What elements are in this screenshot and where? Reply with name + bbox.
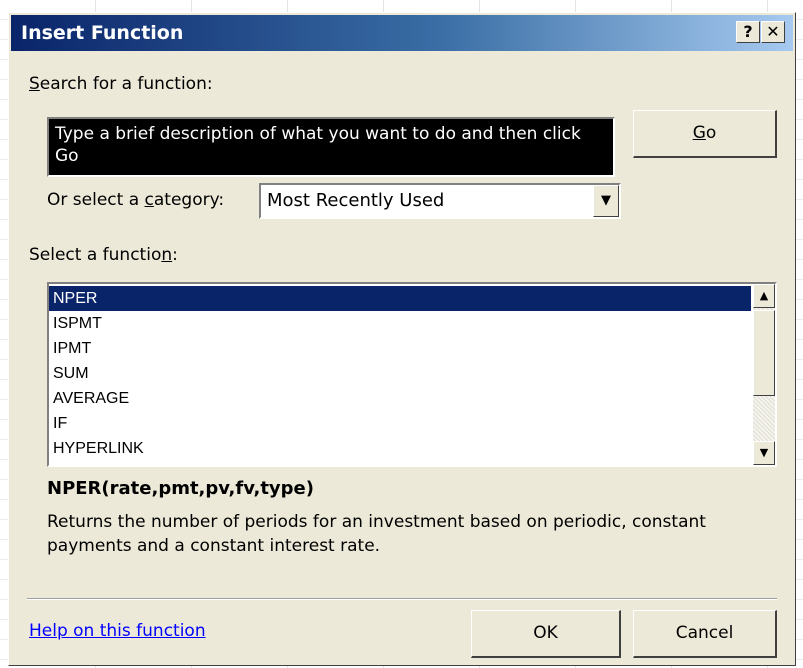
help-icon[interactable]: ? (736, 21, 760, 43)
list-item-hyperlink[interactable]: HYPERLINK (49, 436, 751, 461)
list-scrollbar[interactable]: ▲ ▼ (753, 284, 775, 465)
scroll-down-icon[interactable]: ▼ (753, 441, 775, 465)
list-item-ipmt[interactable]: IPMT (49, 336, 751, 361)
search-label-text-rest: earch for a function: (39, 74, 213, 94)
list-item-ispmt[interactable]: ISPMT (49, 311, 751, 336)
category-label-accel: c (144, 190, 154, 210)
function-description: Returns the number of periods for an inv… (47, 512, 706, 556)
scroll-up-icon[interactable]: ▲ (753, 284, 775, 308)
list-item-sum[interactable]: SUM (49, 361, 751, 386)
search-input[interactable]: Type a brief description of what you wan… (47, 117, 615, 177)
close-icon[interactable]: ✕ (761, 21, 785, 43)
help-on-function-link[interactable]: Help on this function (29, 621, 206, 641)
divider (27, 598, 777, 600)
function-signature: NPER(rate,pmt,pv,fv,type) (47, 478, 314, 499)
function-list-label-text: Select a functio (29, 245, 162, 265)
list-item-if[interactable]: IF (49, 411, 751, 436)
insert-function-dialog: Insert Function ? ✕ Search for a functio… (8, 12, 796, 666)
list-item-nper[interactable]: NPER (49, 286, 751, 311)
title-bar[interactable]: Insert Function ? ✕ (11, 15, 793, 51)
search-label: Search for a function: (29, 74, 213, 94)
search-label-accel: S (29, 74, 40, 94)
ok-button[interactable]: OK (471, 610, 621, 658)
list-item-average[interactable]: AVERAGE (49, 386, 751, 411)
cancel-button[interactable]: Cancel (633, 610, 777, 658)
category-label: Or select a category: (47, 190, 224, 210)
go-button[interactable]: Go (633, 110, 777, 158)
function-list-label-text-rest: : (172, 245, 178, 265)
go-label-accel: G (692, 123, 706, 143)
category-label-text: Or select a (47, 190, 145, 210)
category-label-text-rest: ategory: (153, 190, 225, 210)
dialog-title: Insert Function (21, 22, 184, 44)
function-listbox[interactable]: NPER ISPMT IPMT SUM AVERAGE IF HYPERLINK… (47, 282, 777, 467)
category-selected-value: Most Recently Used (267, 190, 445, 211)
category-select[interactable]: Most Recently Used ▼ (259, 183, 621, 219)
function-list-label-accel: n (161, 245, 173, 265)
scrollbar-thumb[interactable] (753, 310, 775, 396)
chevron-down-icon[interactable]: ▼ (593, 185, 619, 217)
go-label-rest: o (705, 123, 717, 143)
function-list-label: Select a function: (29, 245, 178, 265)
